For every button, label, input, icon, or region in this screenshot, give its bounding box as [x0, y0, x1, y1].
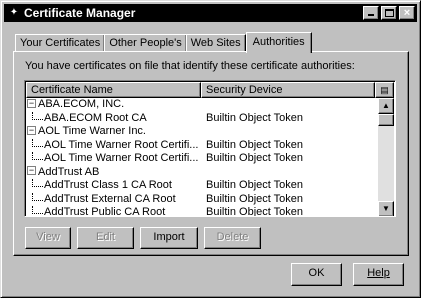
group-name: AOL Time Warner Inc.: [38, 125, 146, 137]
help-button[interactable]: Help: [353, 263, 404, 286]
authorities-panel: You have certificates on file that ident…: [13, 51, 409, 256]
collapse-icon[interactable]: −: [27, 166, 36, 176]
list-item[interactable]: − AddTrust AB: [26, 166, 380, 180]
certificate-name: AOL Time Warner Root Certifi...: [26, 138, 202, 153]
certificate-name: AddTrust External CA Root: [26, 192, 202, 207]
list-rows: − ABA.ECOM, INC. ABA.ECOM Root CA Builtin…: [26, 98, 380, 217]
group-name: ABA.ECOM, INC.: [38, 98, 125, 110]
tab-other-peoples[interactable]: Other People's: [104, 34, 187, 52]
list-item[interactable]: AddTrust Public CA Root Builtin Object T…: [26, 206, 380, 217]
collapse-icon[interactable]: −: [27, 98, 36, 108]
delete-button[interactable]: Delete: [204, 227, 261, 249]
list-item[interactable]: − ABA.ECOM, INC.: [26, 98, 380, 112]
group-name: AddTrust AB: [38, 165, 100, 178]
scroll-thumb[interactable]: [378, 114, 394, 126]
security-device: Builtin Object Token: [206, 179, 304, 191]
security-device: Builtin Object Token: [206, 138, 304, 151]
arrow-down-icon: ▼: [382, 204, 390, 213]
collapse-icon[interactable]: −: [27, 125, 36, 135]
certificate-icon: ✦: [9, 7, 19, 18]
certificate-name: ABA.ECOM Root CA: [26, 111, 202, 126]
ok-button[interactable]: OK: [291, 263, 342, 286]
column-picker-icon: ▤: [380, 85, 389, 95]
maximize-button[interactable]: [381, 6, 397, 20]
security-device: Builtin Object Token: [206, 192, 304, 205]
scroll-up-button[interactable]: ▲: [378, 98, 394, 114]
security-device: Builtin Object Token: [206, 206, 304, 217]
security-device: Builtin Object Token: [206, 111, 304, 124]
certificate-name: AOL Time Warner Root Certifi...: [26, 152, 202, 166]
list-item[interactable]: AddTrust Class 1 CA Root Builtin Object …: [26, 179, 380, 193]
list-item[interactable]: AddTrust External CA Root Builtin Object…: [26, 192, 380, 207]
column-header-certificate-name[interactable]: Certificate Name: [26, 82, 202, 98]
maximize-icon: [385, 9, 394, 17]
arrow-up-icon: ▲: [382, 101, 390, 110]
list-item[interactable]: − AOL Time Warner Inc.: [26, 125, 380, 139]
list-item[interactable]: AOL Time Warner Root Certifi... Builtin …: [26, 138, 380, 153]
edit-button[interactable]: Edit: [77, 227, 134, 249]
certificate-manager-window: ✦ Certificate Manager × Your Certificate…: [0, 0, 421, 298]
vertical-scrollbar[interactable]: ▲ ▼: [378, 98, 394, 216]
close-button[interactable]: ×: [399, 6, 415, 20]
tab-strip: Your Certificates Other People's Web Sit…: [15, 32, 312, 53]
tab-authorities[interactable]: Authorities: [245, 32, 312, 53]
minimize-icon: [368, 14, 374, 16]
certificate-list[interactable]: Certificate Name Security Device ▤ − ABA.…: [24, 80, 396, 217]
close-icon: ×: [403, 7, 411, 19]
panel-description: You have certificates on file that ident…: [25, 60, 355, 72]
certificate-name: AddTrust Class 1 CA Root: [26, 179, 202, 193]
security-device: Builtin Object Token: [206, 152, 304, 164]
certificate-name: AddTrust Public CA Root: [26, 206, 202, 216]
column-picker-button[interactable]: ▤: [375, 82, 394, 98]
tab-web-sites[interactable]: Web Sites: [185, 34, 246, 52]
tab-your-certificates[interactable]: Your Certificates: [15, 34, 106, 52]
certificate-actions: View Edit Import Delete: [25, 227, 267, 249]
scroll-down-button[interactable]: ▼: [378, 201, 394, 216]
list-header: Certificate Name Security Device ▤: [26, 82, 394, 98]
list-item[interactable]: ABA.ECOM Root CA Builtin Object Token: [26, 111, 380, 126]
column-header-security-device[interactable]: Security Device: [201, 82, 376, 98]
window-title: Certificate Manager: [24, 6, 136, 20]
minimize-button[interactable]: [363, 6, 379, 20]
view-button[interactable]: View: [25, 227, 71, 249]
list-item[interactable]: AOL Time Warner Root Certifi... Builtin …: [26, 152, 380, 166]
title-bar[interactable]: ✦ Certificate Manager ×: [4, 4, 417, 22]
import-button[interactable]: Import: [140, 227, 198, 249]
help-button-label: Help: [367, 267, 390, 279]
